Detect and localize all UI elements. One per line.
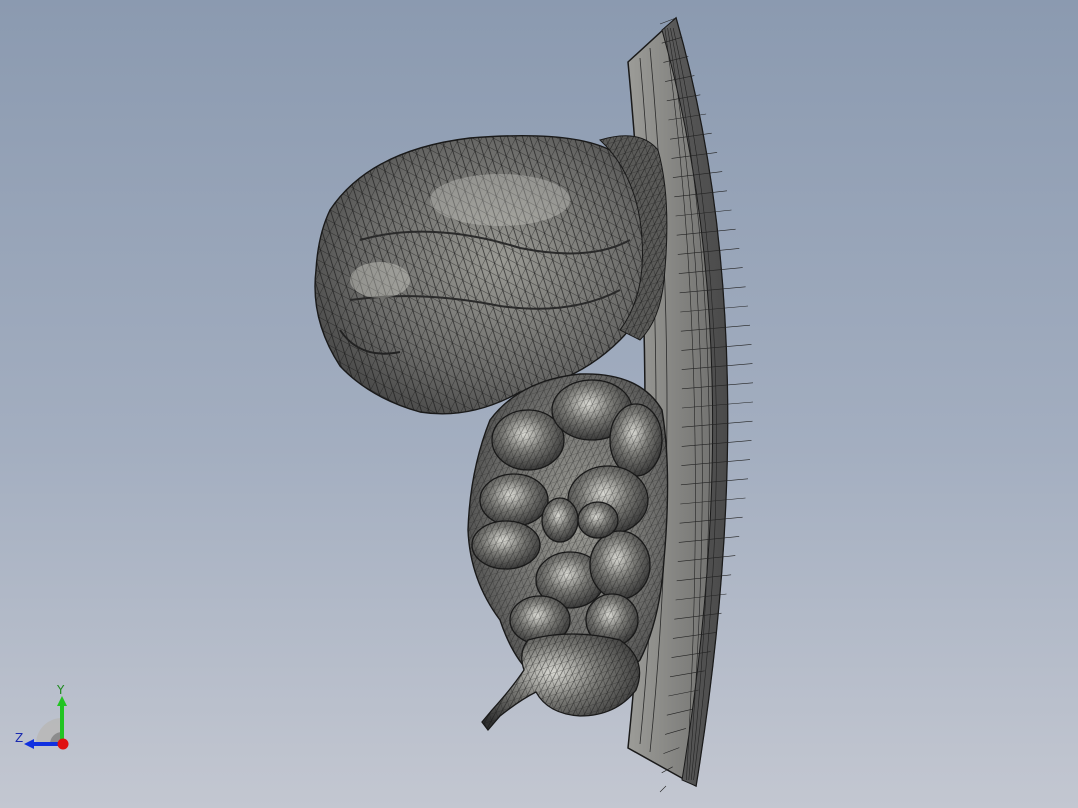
y-axis-label: Y	[57, 683, 65, 697]
graphics-viewport[interactable]: Y Z	[0, 0, 1078, 808]
upper-organ[interactable]	[314, 135, 668, 415]
anatomy-mesh-model[interactable]	[0, 0, 1078, 808]
reference-triad: Y Z	[10, 682, 80, 754]
bottom-tube-organ[interactable]	[481, 633, 641, 732]
z-axis-label: Z	[15, 731, 24, 745]
